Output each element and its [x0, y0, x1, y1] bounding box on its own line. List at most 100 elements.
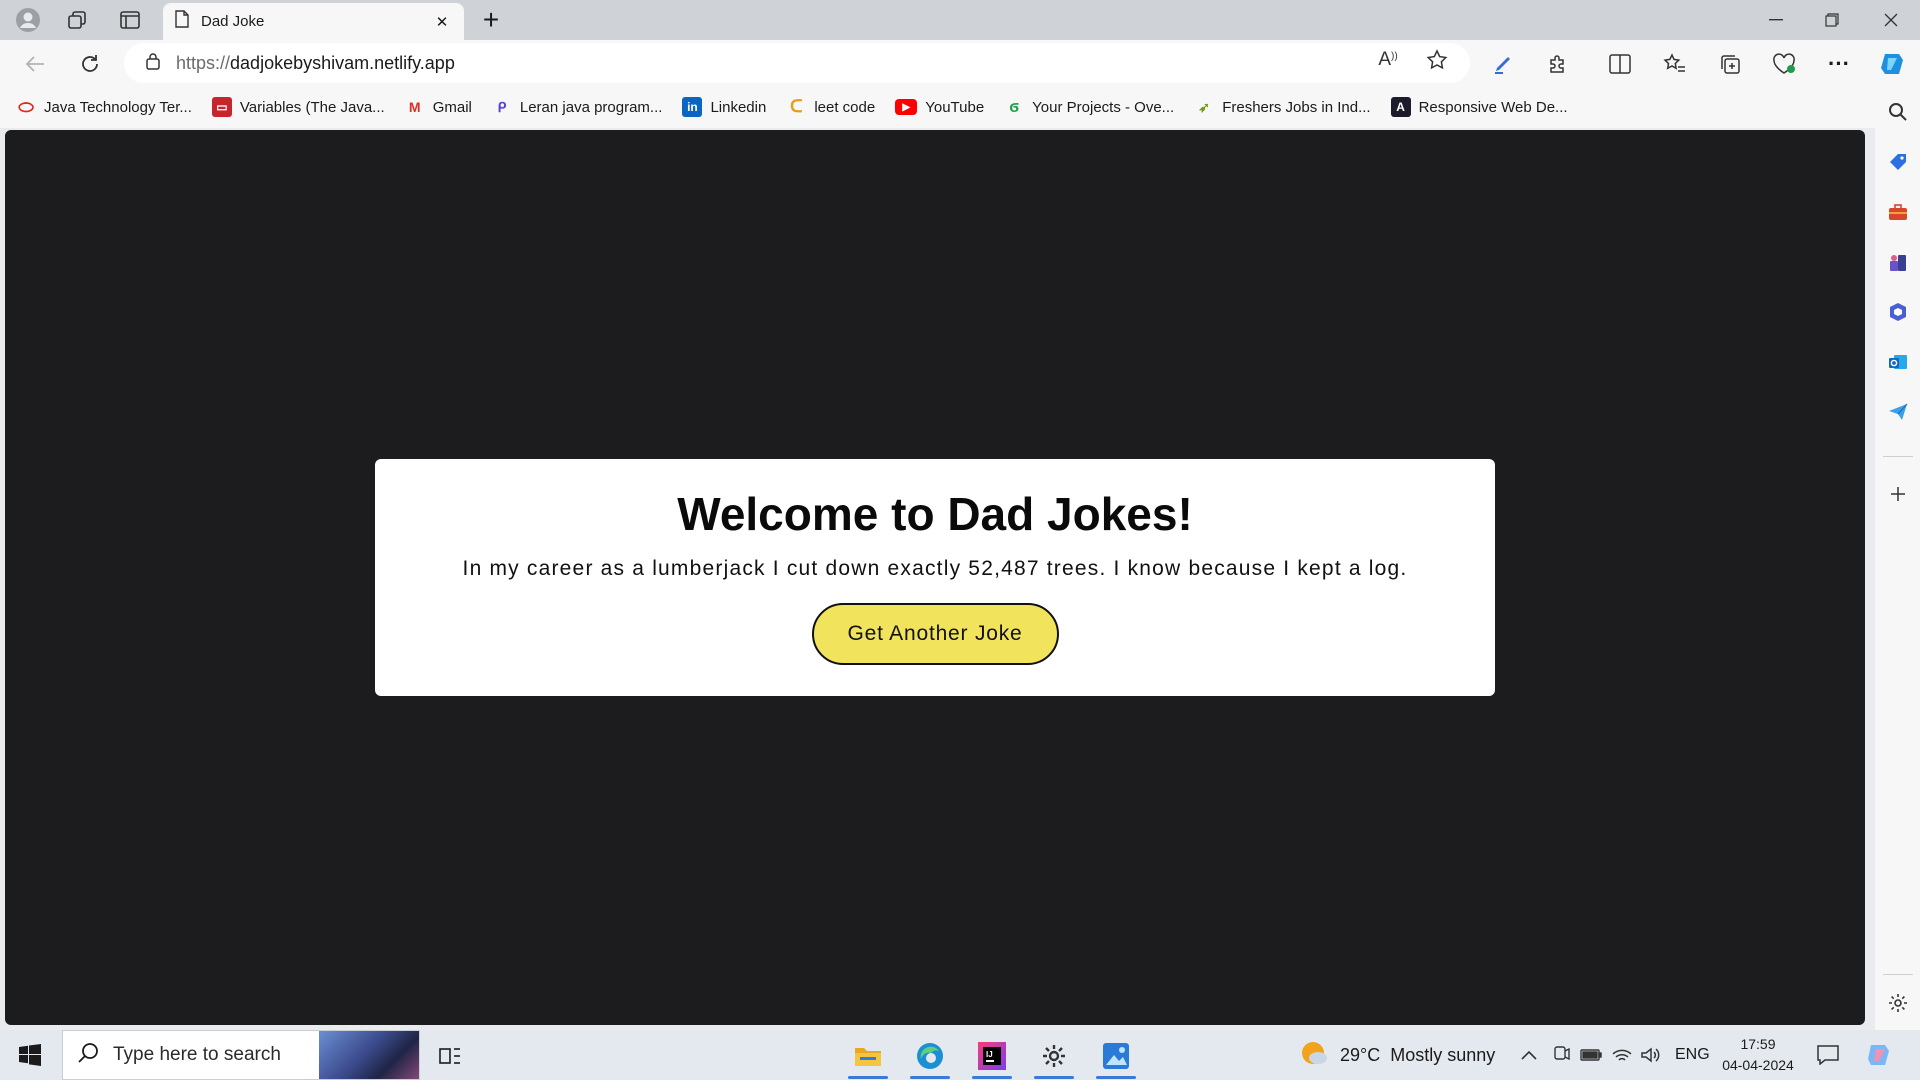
send-icon[interactable]	[1883, 397, 1913, 427]
url-text[interactable]: https://dadjokebyshivam.netlify.app	[176, 53, 455, 74]
leetcode-icon: ᑕ	[790, 97, 803, 116]
refresh-icon[interactable]	[73, 47, 107, 81]
clock-time: 17:59	[1740, 1036, 1776, 1052]
joke-text: In my career as a lumberjack I cut down …	[462, 557, 1408, 580]
windows-taskbar: Type here to search IJ 29°C Mostly sunny	[0, 1030, 1920, 1080]
profile-icon[interactable]	[12, 6, 44, 34]
tab-actions-icon[interactable]	[114, 6, 146, 34]
bookmark-label: Gmail	[432, 98, 472, 116]
sidebar-divider	[1883, 974, 1913, 975]
favorite-star-icon[interactable]	[1421, 44, 1453, 76]
weather-temperature: 29°C	[1340, 1044, 1381, 1065]
projects-icon: ϭ	[1009, 97, 1020, 116]
bookmark-label: leet code	[814, 98, 876, 116]
tab-strip: Dad Joke ✕ +	[0, 0, 1920, 40]
tab-title: Dad Joke	[201, 13, 265, 30]
page-viewport: Welcome to Dad Jokes! In my career as a …	[5, 130, 1865, 1025]
edge-sidebar	[1875, 86, 1920, 1031]
bookmark-leran-java[interactable]: ᑭ Leran java program...	[492, 97, 663, 117]
taskbar-search-input[interactable]: Type here to search	[62, 1030, 420, 1080]
weather-sun-icon	[1300, 1040, 1328, 1071]
minimize-icon[interactable]	[1748, 0, 1804, 40]
windows-start-icon[interactable]	[8, 1035, 52, 1075]
lock-icon[interactable]	[146, 52, 160, 75]
bookmark-responsive-web[interactable]: A Responsive Web De...	[1390, 97, 1568, 117]
gmail-icon: M	[408, 99, 421, 115]
split-screen-icon[interactable]	[1603, 47, 1637, 81]
games-icon[interactable]	[1883, 247, 1913, 277]
close-icon[interactable]: ✕	[432, 12, 452, 32]
svg-text:IJ: IJ	[986, 1050, 993, 1059]
tools-icon[interactable]	[1883, 197, 1913, 227]
search-icon[interactable]	[1883, 97, 1913, 127]
system-clock[interactable]: 17:59 04-04-2024	[1712, 1034, 1804, 1076]
jobs-icon: ➶	[1198, 98, 1211, 115]
settings-icon[interactable]	[1028, 1035, 1080, 1079]
bookmark-label: Leran java program...	[519, 98, 663, 116]
bookmark-label: Java Technology Ter...	[44, 98, 192, 116]
photos-app-icon[interactable]	[1090, 1035, 1142, 1079]
microsoft-365-icon[interactable]	[1883, 297, 1913, 327]
oracle-icon: ⬭	[18, 96, 34, 117]
add-icon[interactable]	[1883, 479, 1913, 509]
more-menu-icon[interactable]: ···	[1822, 47, 1856, 81]
search-highlight-image	[319, 1031, 419, 1079]
bookmark-label: Linkedin	[710, 98, 767, 116]
tab-dad-joke[interactable]: Dad Joke ✕	[163, 3, 464, 40]
new-tab-button[interactable]: +	[476, 4, 506, 35]
battery-icon[interactable]	[1580, 1030, 1602, 1080]
wifi-icon[interactable]	[1612, 1030, 1632, 1080]
outlook-icon[interactable]	[1883, 347, 1913, 377]
bookmarks-bar: ⬭ Java Technology Ter... ▭ Variables (Th…	[0, 86, 1880, 128]
bookmark-leet-code[interactable]: ᑕ leet code	[786, 97, 875, 117]
joke-card: Welcome to Dad Jokes! In my career as a …	[375, 459, 1495, 696]
search-icon	[77, 1042, 99, 1069]
weather-condition: Mostly sunny	[1390, 1044, 1496, 1065]
bookmark-label: Responsive Web De...	[1418, 98, 1568, 116]
browser-toolbar: https://dadjokebyshivam.netlify.app A)) …	[0, 40, 1920, 86]
bookmark-youtube[interactable]: ▶ YouTube	[895, 99, 984, 116]
bookmark-label: Freshers Jobs in Ind...	[1222, 98, 1371, 116]
edge-browser-icon[interactable]	[904, 1035, 956, 1079]
search-placeholder: Type here to search	[113, 1044, 281, 1065]
file-explorer-icon[interactable]	[842, 1035, 894, 1079]
bookmark-java-technology[interactable]: ⬭ Java Technology Ter...	[16, 97, 192, 117]
bookmark-gmail[interactable]: M Gmail	[405, 97, 472, 117]
volume-icon[interactable]	[1640, 1030, 1660, 1080]
bookmark-freshers-jobs[interactable]: ➶ Freshers Jobs in Ind...	[1194, 97, 1370, 117]
extensions-icon[interactable]	[1541, 47, 1575, 81]
show-hidden-icons-chevron-icon[interactable]	[1520, 1030, 1538, 1080]
settings-gear-icon[interactable]	[1883, 988, 1913, 1018]
youtube-icon: ▶	[895, 99, 918, 115]
notifications-icon[interactable]	[1817, 1030, 1839, 1080]
collections-icon[interactable]	[1713, 47, 1747, 81]
copilot-pen-icon[interactable]	[1486, 47, 1520, 81]
task-view-icon[interactable]	[424, 1035, 476, 1077]
bookmark-variables[interactable]: ▭ Variables (The Java...	[211, 97, 385, 117]
bookmark-your-projects[interactable]: ϭ Your Projects - Ove...	[1004, 97, 1174, 117]
copilot-icon[interactable]	[1876, 47, 1910, 81]
meet-now-icon[interactable]	[1552, 1030, 1570, 1080]
shopping-tag-icon[interactable]	[1883, 147, 1913, 177]
copilot-preview-icon[interactable]	[1866, 1030, 1894, 1080]
back-icon[interactable]	[18, 47, 52, 81]
address-bar[interactable]: https://dadjokebyshivam.netlify.app	[124, 43, 1470, 83]
bookmark-icon: ᑭ	[497, 98, 507, 115]
bookmark-linkedin[interactable]: in Linkedin	[682, 97, 766, 117]
bookmark-label: YouTube	[925, 98, 985, 116]
get-another-joke-button[interactable]: Get Another Joke	[811, 603, 1059, 665]
restore-icon[interactable]	[1804, 0, 1860, 40]
web-icon: A	[1390, 97, 1411, 117]
weather-widget[interactable]: 29°C Mostly sunny	[1300, 1030, 1495, 1080]
sidebar-divider	[1883, 456, 1913, 457]
bookmark-label: Variables (The Java...	[239, 98, 385, 116]
read-aloud-icon[interactable]: A))	[1372, 44, 1404, 76]
intellij-idea-icon[interactable]: IJ	[966, 1035, 1018, 1079]
language-indicator[interactable]: ENG	[1675, 1030, 1710, 1080]
page-icon	[175, 10, 189, 33]
workspaces-icon[interactable]	[61, 6, 93, 34]
browser-essentials-icon[interactable]	[1767, 47, 1801, 81]
window-close-icon[interactable]	[1863, 0, 1919, 40]
page-title: Welcome to Dad Jokes!	[677, 488, 1193, 540]
favorites-icon[interactable]	[1658, 47, 1692, 81]
